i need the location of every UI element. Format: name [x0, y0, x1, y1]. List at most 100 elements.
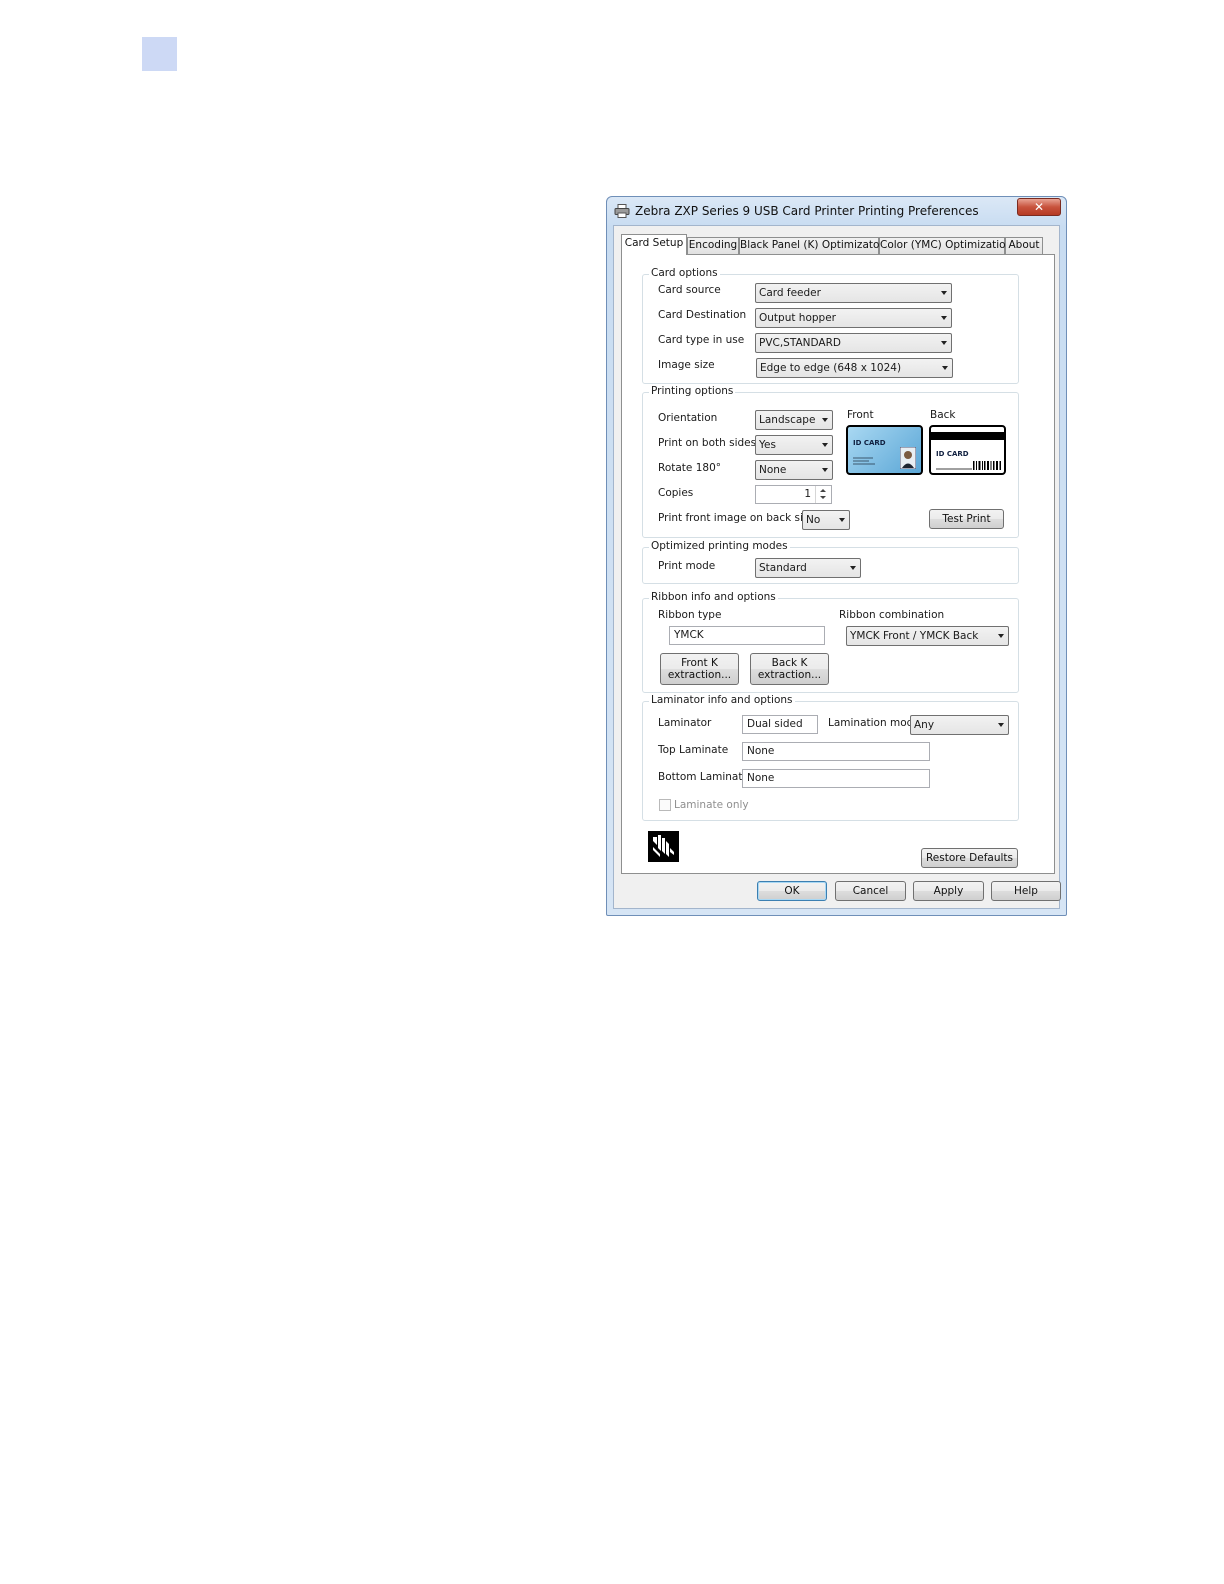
chevron-down-icon [998, 723, 1004, 727]
tab-about[interactable]: About [1005, 237, 1043, 254]
cancel-button[interactable]: Cancel [835, 881, 906, 901]
ribbon-title: Ribbon info and options [649, 591, 778, 603]
tab-encoding[interactable]: Encoding [687, 237, 739, 254]
close-button[interactable]: ✕ [1017, 198, 1061, 216]
front-card-preview: ID CARD [846, 425, 923, 475]
rotate-select[interactable]: None [755, 460, 833, 480]
top-laminate-value: None [747, 745, 775, 757]
magnetic-stripe [931, 432, 1004, 440]
printing-options-group: Printing options Orientation Landscape P… [642, 385, 1019, 538]
laminator-label: Laminator [658, 717, 712, 729]
laminate-only-label: Laminate only [674, 799, 749, 811]
help-button[interactable]: Help [991, 881, 1061, 901]
card-type-value: PVC,STANDARD [759, 337, 841, 349]
rotate-label: Rotate 180° [658, 462, 722, 474]
chevron-down-icon [942, 366, 948, 370]
spin-up-icon[interactable] [820, 489, 826, 492]
printing-preferences-dialog: Zebra ZXP Series 9 USB Card Printer Prin… [606, 196, 1067, 916]
chevron-down-icon [839, 518, 845, 522]
image-size-label: Image size [658, 359, 715, 371]
orientation-select[interactable]: Landscape [755, 410, 833, 430]
text-lines-icon [853, 457, 875, 465]
bottom-laminate-value: None [747, 772, 775, 784]
bottom-laminate-label: Bottom Laminate [658, 771, 749, 783]
card-setup-panel: Card options Card source Card feeder Car… [621, 254, 1055, 874]
portrait-icon [900, 447, 916, 469]
ribbon-type-field: YMCK [669, 626, 825, 645]
top-laminate-field: None [742, 742, 930, 761]
back-label: Back [930, 409, 956, 421]
ribbon-combination-select[interactable]: YMCK Front / YMCK Back [846, 626, 1009, 646]
signature-line-icon [936, 468, 972, 470]
orientation-label: Orientation [658, 412, 718, 424]
optimized-modes-title: Optimized printing modes [649, 540, 790, 552]
tab-black-panel-optimization[interactable]: Black Panel (K) Optimizaton [739, 237, 886, 254]
front-k-line2: extraction... [667, 669, 732, 681]
restore-defaults-button[interactable]: Restore Defaults [921, 848, 1018, 868]
laminator-field: Dual sided [742, 715, 818, 734]
barcode-icon [973, 461, 1001, 470]
apply-button[interactable]: Apply [913, 881, 984, 901]
front-on-back-select[interactable]: No [802, 510, 850, 530]
bottom-laminate-field: None [742, 769, 930, 788]
client-area: Card Setup Encoding Black Panel (K) Opti… [613, 225, 1061, 909]
back-k-line2: extraction... [757, 669, 822, 681]
chevron-down-icon [941, 291, 947, 295]
card-options-group: Card options Card source Card feeder Car… [642, 267, 1019, 384]
laminator-value: Dual sided [747, 718, 803, 730]
rotate-value: None [759, 464, 787, 476]
front-on-back-value: No [806, 514, 821, 526]
chevron-down-icon [822, 468, 828, 472]
print-both-sides-select[interactable]: Yes [755, 435, 833, 455]
front-on-back-label: Print front image on back side [658, 512, 817, 524]
back-card-text: ID CARD [936, 450, 969, 458]
copies-label: Copies [658, 487, 694, 499]
card-source-value: Card feeder [759, 287, 821, 299]
front-k-extraction-button[interactable]: Front K extraction... [660, 653, 739, 685]
top-laminate-label: Top Laminate [658, 744, 729, 756]
title-bar[interactable]: Zebra ZXP Series 9 USB Card Printer Prin… [607, 197, 1066, 225]
ribbon-group: Ribbon info and options Ribbon type YMCK… [642, 591, 1019, 693]
card-type-label: Card type in use [658, 334, 745, 346]
image-size-value: Edge to edge (648 x 1024) [760, 362, 902, 374]
spin-arrows[interactable] [815, 486, 831, 503]
printing-options-title: Printing options [649, 385, 736, 397]
card-destination-select[interactable]: Output hopper [755, 308, 952, 328]
chevron-down-icon [822, 443, 828, 447]
ok-button[interactable]: OK [757, 881, 827, 901]
back-card-preview: ID CARD [929, 425, 1006, 475]
image-size-select[interactable]: Edge to edge (648 x 1024) [756, 358, 953, 378]
zebra-logo-icon [648, 831, 679, 862]
ribbon-combination-value: YMCK Front / YMCK Back [850, 630, 979, 642]
lamination-mode-label: Lamination mode [828, 717, 920, 729]
copies-spinner[interactable]: 1 [755, 485, 832, 504]
laminator-group: Laminator info and options Laminator Dua… [642, 694, 1019, 821]
laminate-only-checkbox[interactable] [659, 799, 671, 811]
card-source-select[interactable]: Card feeder [755, 283, 952, 303]
back-k-line1: Back K [771, 657, 808, 669]
back-k-extraction-button[interactable]: Back K extraction... [750, 653, 829, 685]
tab-color-optimization[interactable]: Color (YMC) Optimization [879, 237, 1012, 254]
ribbon-combination-label: Ribbon combination [839, 609, 945, 621]
printer-icon [614, 204, 630, 218]
spin-down-icon[interactable] [820, 496, 826, 499]
lamination-mode-select[interactable]: Any [910, 715, 1009, 735]
print-mode-select[interactable]: Standard [755, 558, 861, 578]
front-k-line1: Front K [681, 657, 718, 669]
test-print-button[interactable]: Test Print [929, 509, 1004, 529]
card-options-title: Card options [649, 267, 720, 279]
page-marker [142, 37, 177, 71]
card-type-select[interactable]: PVC,STANDARD [755, 333, 952, 353]
print-both-sides-value: Yes [759, 439, 776, 451]
chevron-down-icon [941, 316, 947, 320]
front-label: Front [847, 409, 874, 421]
laminator-title: Laminator info and options [649, 694, 795, 706]
print-mode-value: Standard [759, 562, 807, 574]
tab-card-setup[interactable]: Card Setup [621, 234, 687, 255]
orientation-value: Landscape [759, 414, 816, 426]
print-mode-label: Print mode [658, 560, 716, 572]
front-card-text: ID CARD [853, 439, 886, 447]
window-title: Zebra ZXP Series 9 USB Card Printer Prin… [635, 204, 979, 218]
chevron-down-icon [941, 341, 947, 345]
card-destination-label: Card Destination [658, 309, 747, 321]
